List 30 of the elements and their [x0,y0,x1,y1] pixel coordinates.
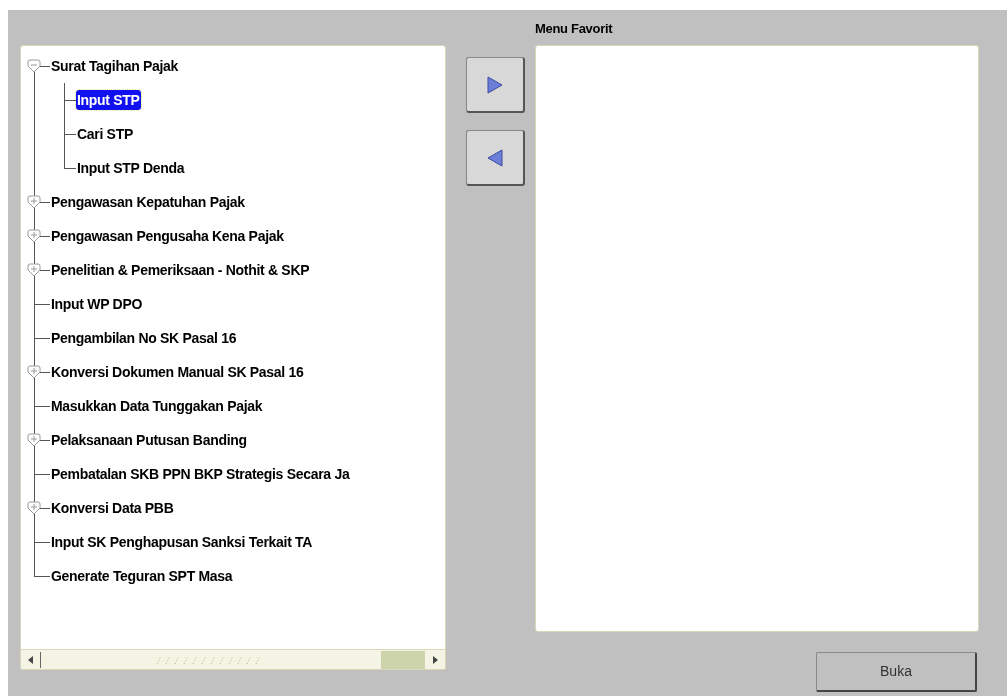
tree-item[interactable]: Generate Teguran SPT Masa [50,566,234,586]
tree-item[interactable]: Konversi Dokumen Manual SK Pasal 16 [50,362,305,382]
tree-item[interactable]: Masukkan Data Tunggakan Pajak [50,396,264,416]
tree-item[interactable]: Pengambilan No SK Pasal 16 [50,328,238,348]
remove-button[interactable] [466,130,525,186]
tree-item[interactable]: Input STP [76,90,141,110]
expand-icon[interactable] [27,501,41,515]
left-triangle-icon [487,148,503,167]
tree-item[interactable]: Input WP DPO [50,294,144,314]
open-button[interactable]: Buka [816,652,977,692]
expand-icon[interactable] [27,433,41,447]
expand-icon[interactable] [27,195,41,209]
add-button[interactable] [466,57,525,113]
tree-item[interactable]: Pembatalan SKB PPN BKP Strategis Secara Ja [50,464,351,484]
right-triangle-icon [487,75,503,94]
tree-item[interactable]: Pelaksanaan Putusan Banding [50,430,248,450]
tree-item[interactable]: Input STP Denda [76,158,186,178]
collapse-icon[interactable] [27,59,41,73]
tree-item[interactable]: Konversi Data PBB [50,498,175,518]
favorites-title: Menu Favorit [535,20,614,38]
tree-item[interactable]: Input SK Penghapusan Sanksi Terkait TA [50,532,314,552]
horizontal-scrollbar[interactable] [21,649,445,669]
tree-item[interactable]: Pengawasan Kepatuhan Pajak [50,192,246,212]
tree-item[interactable]: Cari STP [76,124,134,144]
expand-icon[interactable] [27,263,41,277]
tree-item[interactable]: Penelitian & Pemeriksaan - Nothit & SKP [50,260,311,280]
tree-item[interactable]: Surat Tagihan Pajak [50,56,180,76]
expand-icon[interactable] [27,229,41,243]
tree-item[interactable]: Pengawasan Pengusaha Kena Pajak [50,226,285,246]
expand-icon[interactable] [27,365,41,379]
